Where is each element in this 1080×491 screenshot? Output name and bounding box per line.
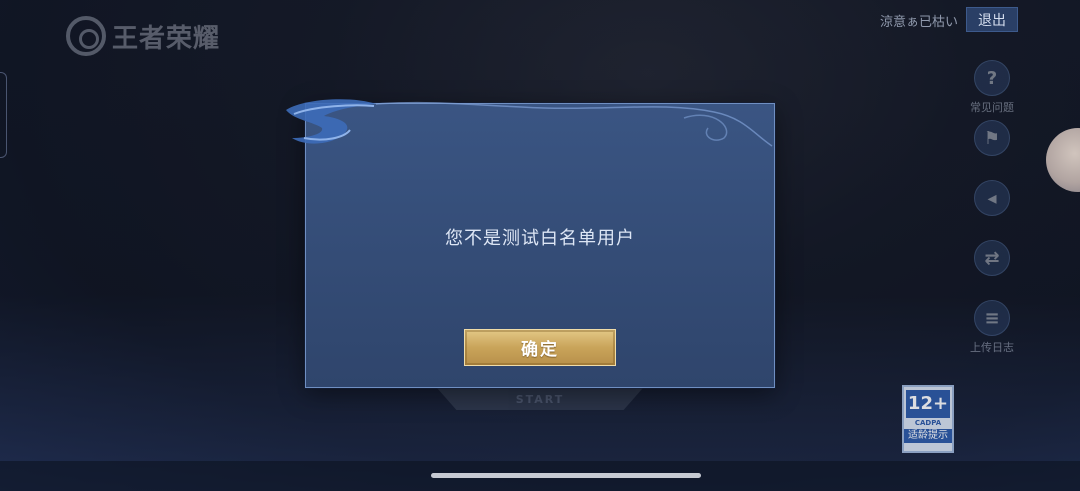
question-icon: ? bbox=[974, 60, 1010, 96]
home-indicator[interactable] bbox=[431, 473, 701, 478]
volume-icon: ◂ bbox=[974, 180, 1010, 216]
confirm-button[interactable]: 确定 bbox=[464, 329, 616, 366]
gamepad-icon: ⚑ bbox=[974, 120, 1010, 156]
logo-mark-icon bbox=[66, 16, 106, 56]
age-rating-number: 12+ bbox=[906, 390, 950, 418]
cloud-ornament-icon bbox=[286, 99, 773, 147]
tool-label-upload-log: 上传日志 bbox=[970, 341, 1014, 354]
dialog-message: 您不是测试白名单用户 bbox=[445, 228, 635, 249]
tool-device-switch[interactable]: ⇄ bbox=[966, 240, 1018, 276]
device-switch-icon: ⇄ bbox=[974, 240, 1010, 276]
tool-label-faq: 常见问题 bbox=[970, 101, 1014, 114]
alert-dialog: 您不是测试白名单用户 确定 bbox=[286, 99, 775, 388]
logo-text: 王者荣耀 bbox=[112, 23, 221, 54]
tool-gamepad[interactable]: ⚑ bbox=[966, 120, 1018, 156]
side-drawer-handle[interactable] bbox=[0, 72, 7, 158]
log-upload-icon: ≡ bbox=[974, 300, 1010, 336]
tool-volume[interactable]: ◂ bbox=[966, 180, 1018, 216]
user-name: 涼意ぁ已枯い bbox=[879, 15, 958, 30]
age-rating-badge: 12+ CADPA 适龄提示 bbox=[902, 385, 954, 453]
game-logo: 王者荣耀 bbox=[66, 16, 220, 56]
exit-button[interactable]: 退出 bbox=[966, 7, 1018, 32]
tool-faq[interactable]: ? 常见问题 bbox=[966, 60, 1018, 115]
age-rating-org: CADPA bbox=[914, 419, 942, 427]
start-text: START bbox=[515, 392, 565, 406]
tool-upload-log[interactable]: ≡ 上传日志 bbox=[966, 300, 1018, 355]
age-rating-label: 适龄提示 bbox=[904, 429, 952, 443]
